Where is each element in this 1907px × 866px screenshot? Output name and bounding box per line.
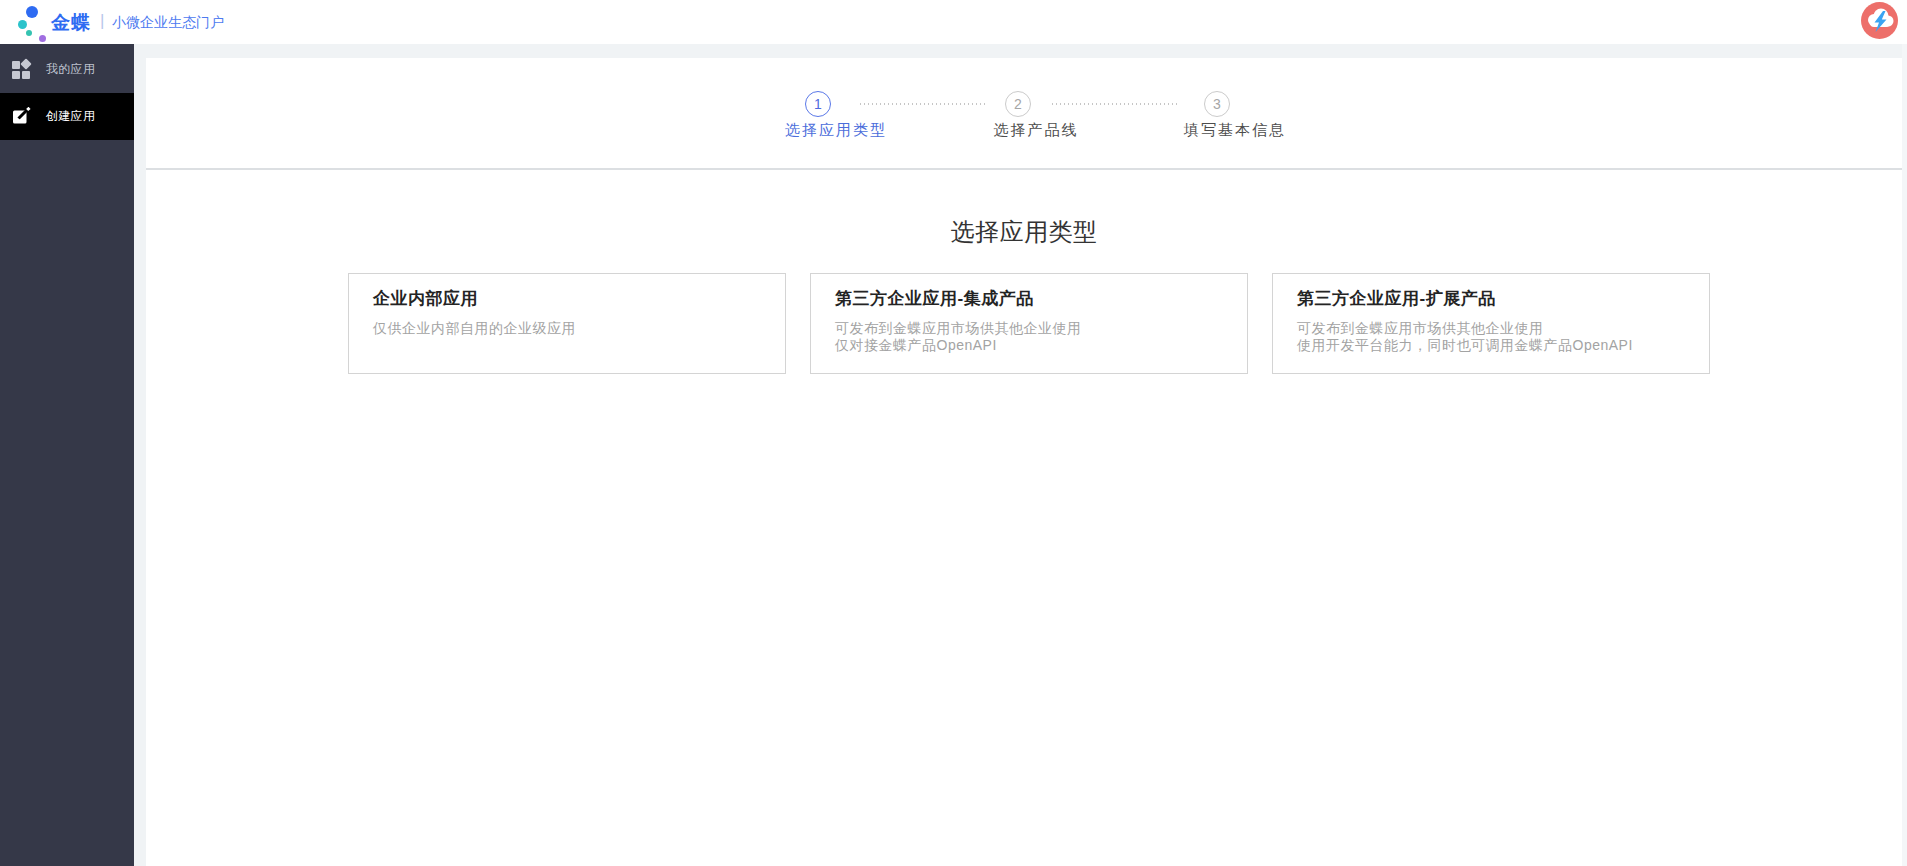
sidebar-item-label: 我的应用	[46, 61, 95, 78]
card-title: 企业内部应用	[373, 288, 761, 310]
step-3-circle: 3	[1204, 91, 1230, 117]
portal-title: 小微企业生态门户	[112, 14, 224, 32]
brand-separator: |	[100, 11, 104, 31]
main-panel: 1 2 3 选择应用类型 选择产品线 填写基本信息 选择应用类型 企业内部应用 …	[146, 58, 1902, 866]
logo-dot-blue	[26, 6, 38, 18]
brand-name: 金蝶	[51, 10, 91, 36]
card-description: 可发布到金蝶应用市场供其他企业使用 使用开发平台能力，同时也可调用金蝶产品Ope…	[1297, 320, 1685, 353]
sidebar-item-create-app[interactable]: 创建应用	[0, 93, 134, 140]
card-description: 仅供企业内部自用的企业级应用	[373, 320, 761, 336]
apps-grid-icon	[12, 60, 31, 79]
step-3-label: 填写基本信息	[1184, 121, 1286, 140]
wizard-stepper: 1 2 3 选择应用类型 选择产品线 填写基本信息	[762, 91, 1292, 151]
step-2-circle: 2	[1005, 91, 1031, 117]
step-1-label: 选择应用类型	[785, 121, 887, 140]
user-avatar[interactable]	[1861, 2, 1898, 39]
card-description: 可发布到金蝶应用市场供其他企业使用 仅对接金蝶产品OpenAPI	[835, 320, 1223, 353]
card-internal-app[interactable]: 企业内部应用 仅供企业内部自用的企业级应用	[348, 273, 786, 374]
app-type-cards: 企业内部应用 仅供企业内部自用的企业级应用 第三方企业应用-集成产品 可发布到金…	[146, 273, 1902, 374]
step-connector-2	[1052, 103, 1178, 105]
sidebar-item-label: 创建应用	[46, 108, 95, 125]
logo-dot-teal	[18, 20, 27, 29]
stepper-section: 1 2 3 选择应用类型 选择产品线 填写基本信息	[146, 58, 1902, 170]
card-thirdparty-extended[interactable]: 第三方企业应用-扩展产品 可发布到金蝶应用市场供其他企业使用 使用开发平台能力，…	[1272, 273, 1710, 374]
edit-icon	[12, 107, 31, 126]
card-thirdparty-integrated[interactable]: 第三方企业应用-集成产品 可发布到金蝶应用市场供其他企业使用 仅对接金蝶产品Op…	[810, 273, 1248, 374]
page-title: 选择应用类型	[146, 216, 1902, 248]
step-2-label: 选择产品线	[994, 121, 1079, 140]
scrollbar-track[interactable]	[1902, 44, 1907, 866]
app-header: 金蝶 | 小微企业生态门户	[0, 0, 1907, 44]
step-1-circle: 1	[805, 91, 831, 117]
logo-dot-small	[26, 30, 32, 36]
sidebar-item-my-apps[interactable]: 我的应用	[0, 46, 134, 93]
card-title: 第三方企业应用-集成产品	[835, 288, 1223, 310]
card-title: 第三方企业应用-扩展产品	[1297, 288, 1685, 310]
step-connector-1	[860, 103, 987, 105]
sidebar-nav: 我的应用 创建应用	[0, 44, 134, 866]
logo-dot-purple	[39, 35, 46, 42]
